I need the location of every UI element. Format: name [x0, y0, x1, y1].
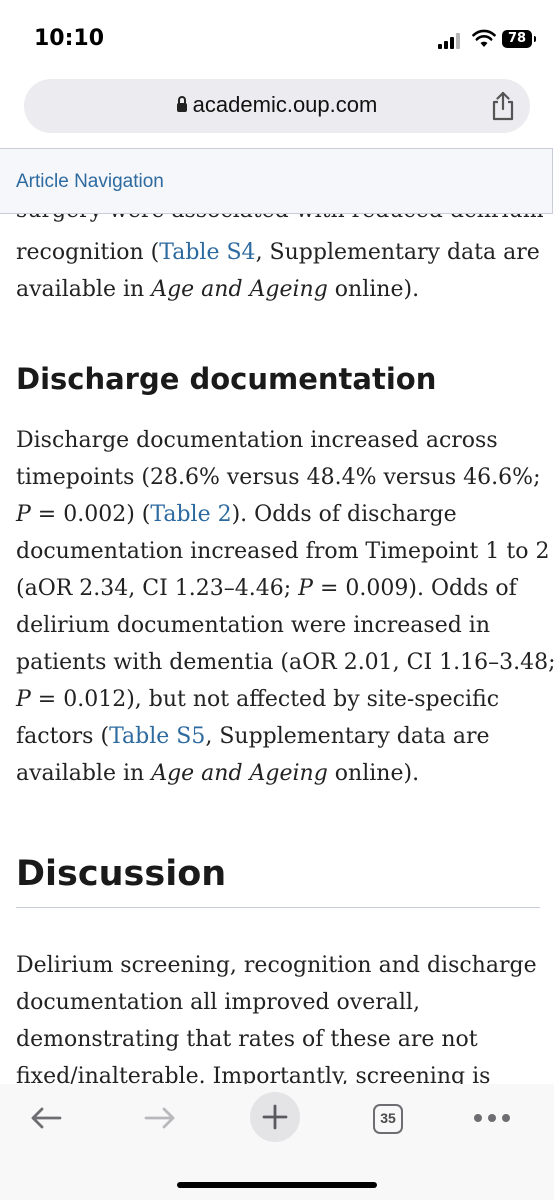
text-run: = 0.002) (	[30, 502, 151, 527]
text-line: documentation all improved overall,	[16, 990, 420, 1015]
text-run: online).	[327, 277, 420, 302]
text-run: ). Odds of discharge	[231, 502, 457, 527]
journal-name: Age and Ageing	[151, 761, 328, 786]
text-line: demonstrating that rates of these are no…	[16, 1027, 478, 1052]
text-line: Discharge documentation increased across	[16, 428, 498, 453]
text-run: = 0.009). Odds of	[312, 576, 517, 601]
heading-discharge-documentation: Discharge documentation	[16, 362, 437, 396]
heading-discussion: Discussion	[16, 854, 227, 894]
text-run: available in	[16, 277, 152, 302]
section-divider	[16, 907, 540, 908]
table-s4-link[interactable]: Table S4	[159, 240, 255, 265]
home-indicator	[177, 1182, 377, 1188]
paragraph-recognition: recognition (Table S4, Supplementary dat…	[16, 234, 540, 308]
url-domain: academic.oup.com	[192, 92, 378, 117]
back-arrow-icon[interactable]	[28, 1100, 64, 1136]
tabs-button[interactable]: 35	[373, 1104, 403, 1134]
article-content: surgery were associated with reduced del…	[0, 214, 554, 1084]
paragraph-discharge: Discharge documentation increased across…	[16, 422, 554, 792]
more-icon[interactable]	[474, 1114, 514, 1124]
url-bar[interactable]: academic.oup.com	[24, 79, 530, 133]
p-value-symbol: P	[298, 576, 313, 601]
url-display[interactable]: academic.oup.com	[24, 92, 530, 118]
paragraph-discussion: Delirium screening, recognition and disc…	[16, 947, 540, 1084]
clipped-text-line: surgery were associated with reduced del…	[16, 214, 544, 223]
text-line: delirium documentation were increased in	[16, 613, 491, 638]
text-run: available in	[16, 761, 152, 786]
text-run: , Supplementary data are	[205, 724, 490, 749]
lock-icon	[176, 96, 187, 112]
text-line: Delirium screening, recognition and disc…	[16, 953, 537, 978]
table-s5-link[interactable]: Table S5	[109, 724, 205, 749]
text-run: recognition (	[16, 240, 160, 265]
text-line: timepoints (28.6% versus 48.4% versus 46…	[16, 465, 541, 490]
signal-icon	[438, 33, 462, 49]
new-tab-button[interactable]	[250, 1092, 300, 1142]
article-navigation-bar[interactable]: Article Navigation	[0, 148, 553, 214]
status-bar: 10:10 78	[0, 0, 554, 76]
text-line: patients with dementia (aOR 2.01, CI 1.1…	[16, 650, 554, 675]
text-run: , Supplementary data are	[255, 240, 540, 265]
text-run: = 0.012), but not affected by site-speci…	[30, 687, 500, 712]
table-2-link[interactable]: Table 2	[150, 502, 231, 527]
text-run: online).	[327, 761, 420, 786]
p-value-symbol: P	[16, 502, 31, 527]
forward-arrow-icon[interactable]	[142, 1100, 178, 1136]
article-navigation-label[interactable]: Article Navigation	[16, 171, 164, 193]
plus-icon	[262, 1104, 288, 1130]
text-run: factors (	[16, 724, 110, 749]
journal-name: Age and Ageing	[151, 277, 328, 302]
share-icon[interactable]	[488, 90, 518, 122]
text-line: documentation increased from Timepoint 1…	[16, 539, 550, 564]
status-time: 10:10	[34, 26, 105, 51]
text-run: (aOR 2.34, CI 1.23–4.46;	[16, 576, 299, 601]
p-value-symbol: P	[16, 687, 31, 712]
text-line: fixed/inalterable. Importantly, screenin…	[16, 1064, 491, 1084]
wifi-icon	[472, 29, 496, 47]
battery-icon: 78	[502, 30, 536, 48]
